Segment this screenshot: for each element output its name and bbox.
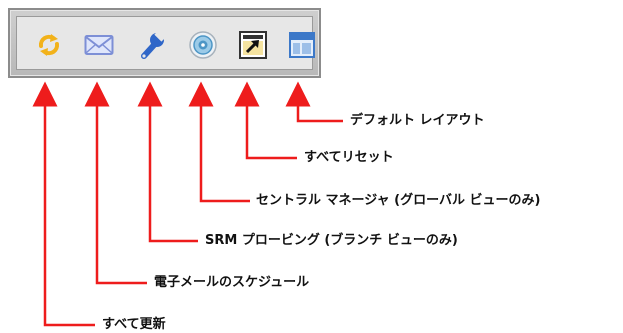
callout-connectors (32, 81, 343, 327)
connector-refresh-all (32, 81, 95, 327)
connector-srm-probing (137, 81, 198, 243)
connector-email-schedule (84, 81, 147, 285)
connector-central-manager (188, 81, 250, 203)
label-refresh-all: すべて更新 (102, 317, 166, 332)
connector-default-layout (285, 81, 343, 123)
connector-reset-all (234, 81, 297, 160)
label-default-layout: デフォルト レイアウト (350, 113, 485, 128)
label-srm-probing: SRM プロービング (ブランチ ビューのみ) (205, 233, 458, 248)
label-reset-all: すべてリセット (304, 150, 394, 165)
label-central-manager: セントラル マネージャ (グローバル ビューのみ) (256, 193, 541, 208)
label-email-schedule: 電子メールのスケジュール (154, 275, 310, 290)
